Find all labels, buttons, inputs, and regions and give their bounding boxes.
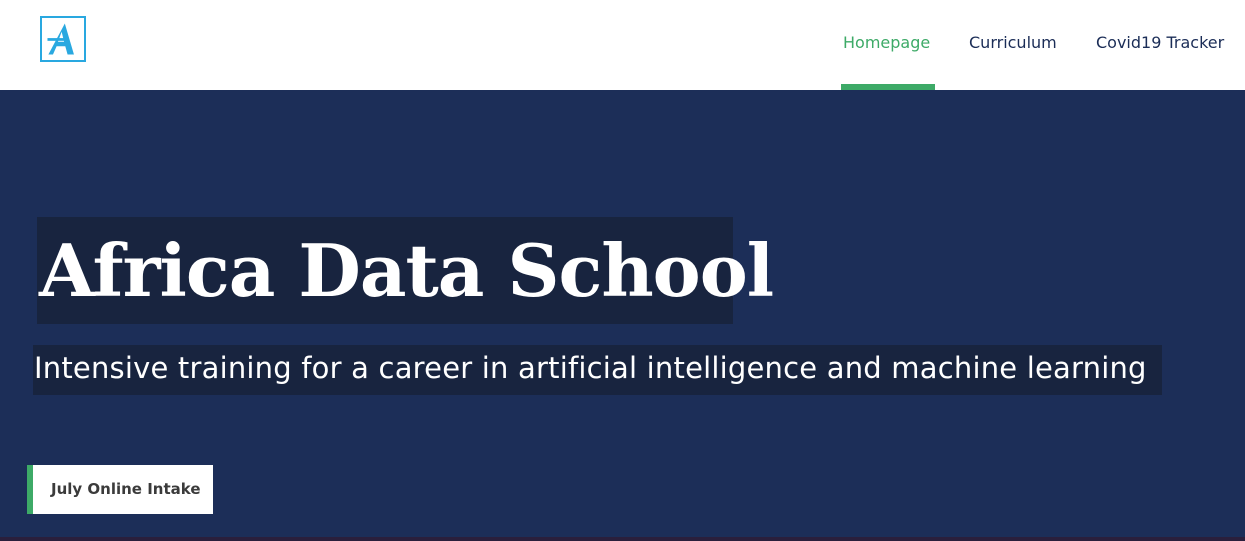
hero-section: Africa Data School Intensive training fo… [0,90,1245,541]
site-header: Homepage Curriculum Covid19 Tracker [0,0,1245,90]
july-online-intake-button[interactable]: July Online Intake [27,465,213,514]
hero-subtitle: Intensive training for a career in artif… [34,351,1147,385]
nav-item-curriculum[interactable]: Curriculum [969,0,1057,90]
hero-title: Africa Data School [39,228,774,313]
nav-item-homepage[interactable]: Homepage [843,0,930,90]
letter-a-logo-icon [47,23,74,55]
hero-bottom-edge [0,537,1245,541]
site-logo[interactable] [40,16,86,62]
nav-item-covid19-tracker[interactable]: Covid19 Tracker [1096,0,1224,90]
